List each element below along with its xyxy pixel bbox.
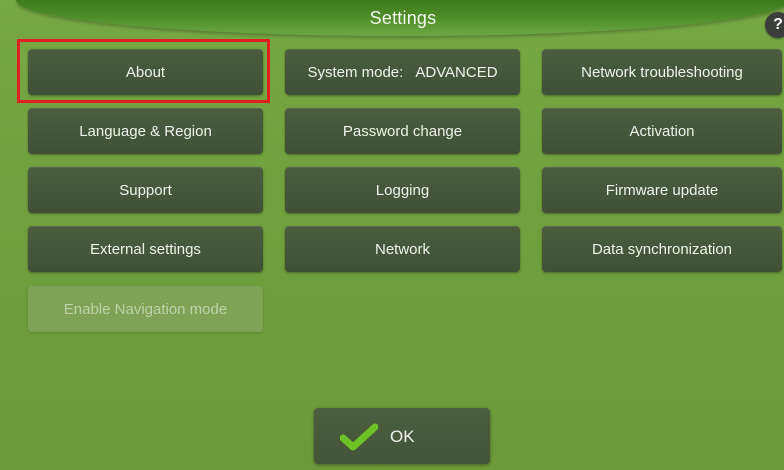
support-button[interactable]: Support: [28, 167, 263, 213]
password-change-button[interactable]: Password change: [285, 108, 520, 154]
page-title: Settings: [369, 8, 437, 28]
system-mode-button[interactable]: System mode: ADVANCED: [285, 49, 520, 95]
language-region-button[interactable]: Language & Region: [28, 108, 263, 154]
network-troubleshooting-button[interactable]: Network troubleshooting: [542, 49, 782, 95]
network-button-label: Network: [374, 240, 430, 258]
enable-navigation-mode-label: Enable Navigation mode: [63, 300, 228, 318]
data-synchronization-button-label: Data synchronization: [591, 240, 733, 258]
system-mode-value: ADVANCED: [415, 63, 498, 81]
password-change-button-label: Password change: [342, 122, 463, 140]
logging-button[interactable]: Logging: [285, 167, 520, 213]
question-mark-icon: ?: [773, 16, 783, 33]
ok-button[interactable]: OK: [314, 408, 490, 464]
system-mode-label: System mode:: [307, 63, 404, 81]
external-settings-button[interactable]: External settings: [28, 226, 263, 272]
language-region-button-label: Language & Region: [79, 122, 212, 140]
data-synchronization-button[interactable]: Data synchronization: [542, 226, 782, 272]
about-highlight-box: [17, 39, 270, 103]
network-button[interactable]: Network: [285, 226, 520, 272]
support-button-label: Support: [119, 181, 172, 199]
system-mode-text: System mode: ADVANCED: [307, 64, 497, 81]
check-icon: [340, 423, 378, 451]
firmware-update-button-label: Firmware update: [605, 181, 719, 199]
ok-button-label: OK: [390, 427, 415, 446]
network-troubleshooting-button-label: Network troubleshooting: [581, 63, 743, 81]
help-button[interactable]: ?: [765, 12, 784, 38]
logging-button-label: Logging: [375, 181, 430, 199]
firmware-update-button[interactable]: Firmware update: [542, 167, 782, 213]
settings-screen: Settings ? About Language & Region Suppo…: [0, 0, 784, 470]
activation-button-label: Activation: [629, 122, 695, 140]
enable-navigation-mode-button: Enable Navigation mode: [28, 286, 263, 332]
external-settings-button-label: External settings: [90, 240, 201, 258]
activation-button[interactable]: Activation: [542, 108, 782, 154]
